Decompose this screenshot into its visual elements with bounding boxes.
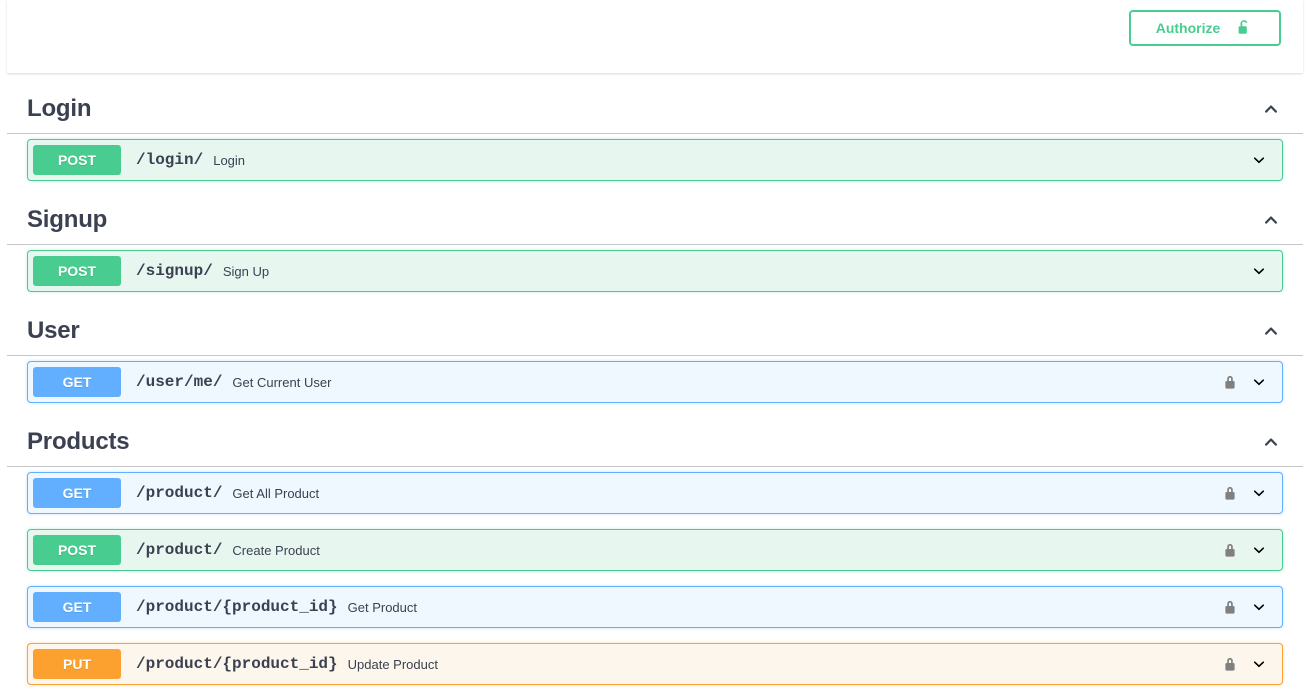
chevron-up-icon[interactable]: [1259, 97, 1283, 121]
operation-tag-header-signup[interactable]: Signup: [7, 196, 1303, 245]
chevron-down-icon[interactable]: [1248, 149, 1270, 171]
operation-summary: Get Current User: [232, 374, 332, 390]
operation-tag-section: Signup POST/signup/Sign Up: [7, 196, 1303, 292]
operation-tag-header-products[interactable]: Products: [7, 418, 1303, 467]
http-method-badge: GET: [33, 367, 121, 397]
authorize-button[interactable]: Authorize: [1129, 10, 1281, 46]
unlock-icon: [1234, 17, 1254, 40]
operation-path: /product/{product_id}: [136, 598, 338, 616]
scheme-container: Authorize: [7, 0, 1303, 73]
operation-controls: [1248, 149, 1282, 171]
operation-tag-section: Products GET/product/Get All Product POST /…: [7, 418, 1303, 685]
chevron-up-icon[interactable]: [1259, 208, 1283, 232]
operation-tag-name: Signup: [27, 206, 108, 233]
operation-path: /product/{product_id}: [136, 655, 338, 673]
operation-summary: Get All Product: [232, 485, 320, 501]
operation-summary: Sign Up: [222, 263, 270, 279]
chevron-down-icon[interactable]: [1248, 596, 1270, 618]
swagger-ui-root: Authorize Login POST/login/Login Signup POS…: [0, 0, 1310, 697]
operation-controls: [1220, 539, 1282, 561]
operation-tag-section: Login POST/login/Login: [7, 85, 1303, 181]
operation-path: /product/: [136, 541, 223, 559]
operation-path: /signup/: [136, 262, 213, 280]
operation-summary: Update Product: [347, 656, 438, 672]
operation-tag-section: User GET/user/me/Get Current User: [7, 307, 1303, 403]
lock-icon[interactable]: [1220, 597, 1240, 617]
http-method-badge: GET: [33, 592, 121, 622]
operation-tag-name: User: [27, 317, 80, 344]
operation-tag-header-user[interactable]: User: [7, 307, 1303, 356]
operation-tag-name: Login: [27, 95, 92, 122]
operation-row[interactable]: POST/product/Create Product: [27, 529, 1283, 571]
operation-controls: [1248, 260, 1282, 282]
chevron-down-icon[interactable]: [1248, 482, 1270, 504]
operation-path: /user/me/: [136, 373, 223, 391]
operation-row[interactable]: POST/login/Login: [27, 139, 1283, 181]
chevron-down-icon[interactable]: [1248, 260, 1270, 282]
operation-row[interactable]: POST/signup/Sign Up: [27, 250, 1283, 292]
operation-row[interactable]: GET/product/Get All Product: [27, 472, 1283, 514]
operations-list: Login POST/login/Login Signup POST/signup/S…: [0, 85, 1310, 685]
lock-icon[interactable]: [1220, 540, 1240, 560]
operation-path: /login/: [136, 151, 204, 169]
operation-summary: Get Product: [347, 599, 418, 615]
operation-row[interactable]: PUT/product/{product_id} Update Product: [27, 643, 1283, 685]
chevron-down-icon[interactable]: [1248, 371, 1270, 393]
http-method-badge: POST: [33, 145, 121, 175]
operation-row[interactable]: GET/product/{product_id} Get Product: [27, 586, 1283, 628]
auth-wrapper: Authorize: [1129, 10, 1281, 46]
lock-icon[interactable]: [1220, 372, 1240, 392]
operation-tag-name: Products: [27, 428, 130, 455]
operation-controls: [1220, 653, 1282, 675]
operation-summary: Login: [213, 152, 246, 168]
operation-tag-header-login[interactable]: Login: [7, 85, 1303, 134]
http-method-badge: POST: [33, 256, 121, 286]
lock-icon[interactable]: [1220, 654, 1240, 674]
chevron-down-icon[interactable]: [1248, 539, 1270, 561]
operation-row[interactable]: GET/user/me/Get Current User: [27, 361, 1283, 403]
chevron-up-icon[interactable]: [1259, 430, 1283, 454]
chevron-up-icon[interactable]: [1259, 319, 1283, 343]
operation-controls: [1220, 596, 1282, 618]
http-method-badge: POST: [33, 535, 121, 565]
operation-summary: Create Product: [232, 542, 320, 558]
http-method-badge: PUT: [33, 649, 121, 679]
authorize-button-label: Authorize: [1155, 20, 1221, 36]
operation-controls: [1220, 482, 1282, 504]
top-spacer: [0, 73, 1310, 85]
operation-path: /product/: [136, 484, 223, 502]
lock-icon[interactable]: [1220, 483, 1240, 503]
chevron-down-icon[interactable]: [1248, 653, 1270, 675]
operation-controls: [1220, 371, 1282, 393]
http-method-badge: GET: [33, 478, 121, 508]
